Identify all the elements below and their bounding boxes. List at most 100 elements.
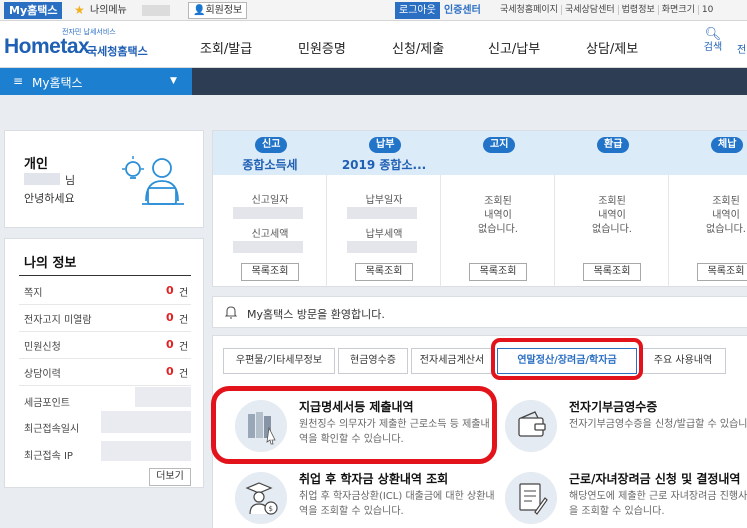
law-info-link[interactable]: 법령정보 [617,5,658,15]
search-button[interactable]: 🔍︎ 검색 [700,27,726,54]
status-col-notice: 고지 조회된 내역이 없습니다. 목록조회 [441,131,555,288]
status-badge: 납부 [369,137,402,153]
status-col-report: 신고 종합소득세 신고일자 신고세액 목록조회 [213,131,327,288]
hometax-logo[interactable]: 전자민 납세서비스 Hometax 국세청홈택스 [4,27,154,61]
info-row-civil[interactable]: 민원신청 0 건 [24,338,194,353]
tab-mail-tax-info[interactable]: 우편물/기타세무정보 [223,348,335,374]
status-col-refund: 환급 조회된 내역이 없습니다. 목록조회 [555,131,669,288]
member-info-label: 회원정보 [205,5,243,16]
top-utility-bar: My홈택스 ★ 나의메뉴 👤회원정보 로그아웃 인증센터 국세청홈페이지 국세상담… [0,0,747,21]
masked-value [135,387,191,407]
member-info-button[interactable]: 👤회원정보 [188,2,248,19]
screen-size-value[interactable]: 10 [697,5,717,15]
list-view-button[interactable]: 목록조회 [583,263,641,281]
masked-user-name [142,5,170,16]
my-menu-link[interactable]: 나의메뉴 [90,2,127,19]
status-col-title[interactable]: 종합소득세 [213,156,327,173]
masked-user-name [24,173,60,185]
info-row-count: 0 [166,284,174,297]
info-row-unit: 건 [179,315,189,326]
info-row-e-notice[interactable]: 전자고지 미열람 0 건 [24,311,194,326]
svg-text:$: $ [269,505,273,513]
tab-cash-receipt[interactable]: 현금영수증 [338,348,408,374]
status-field-label: 신고세액 [251,229,289,240]
info-row-unit: 건 [179,288,189,299]
masked-value [233,207,303,219]
gnb-inquiry-issue[interactable]: 조회/발급 [200,38,252,57]
list-view-button[interactable]: 목록조회 [355,263,413,281]
user-type: 개인 [24,157,48,172]
info-row-unit: 건 [179,369,189,380]
empty-text: 없습니다. [478,224,518,235]
nts-home-link[interactable]: 국세청홈페이지 [497,5,561,15]
gnb-report-pay[interactable]: 신고/납부 [488,38,540,57]
highlight-circle [211,386,497,464]
person-idea-icon [122,156,184,205]
info-row-counsel[interactable]: 상담이력 0 건 [24,365,194,380]
star-icon[interactable]: ★ [74,2,85,19]
service-title: 근로/자녀장려금 신청 및 결정내역 [569,472,741,486]
gnb-civil-cert[interactable]: 민원증명 [298,38,346,57]
gnb-apply-submit[interactable]: 신청/제출 [392,38,444,57]
tab-e-tax-invoice[interactable]: 전자세금계산서 [411,348,493,374]
my-hometax-dropdown[interactable]: ≡ My홈택스 ▼ [0,68,192,95]
service-e-donation-receipt[interactable]: 전자기부금영수증 전자기부금영수증을 신청/발급할 수 있습니다. [495,396,747,458]
empty-text: 없습니다. [706,224,746,235]
screen-size-label: 화면크기 [657,5,698,15]
more-button[interactable]: 더보기 [149,468,191,486]
my-hometax-link[interactable]: My홈택스 [4,2,63,19]
status-badge: 신고 [255,137,288,153]
my-info-card: 나의 정보 쪽지 0 건 전자고지 미열람 0 건 민원신청 0 건 상담이력 … [4,238,204,488]
search-icon: 🔍︎ [704,27,722,42]
empty-text: 조회된 [712,196,740,207]
hamburger-icon: ≡ [13,74,24,88]
status-field-label: 납부세액 [365,229,403,240]
masked-value [347,207,417,219]
list-view-button[interactable]: 목록조회 [469,263,527,281]
nts-counsel-link[interactable]: 국세상담센터 [560,5,618,15]
service-title: 취업 후 학자금 상환내역 조회 [299,472,449,486]
service-earned-income-credit[interactable]: 근로/자녀장려금 신청 및 결정내역 해당연도에 제출한 근로 자녀장려금 진행… [495,468,747,528]
tab-usage-history[interactable]: 주요 사용내역 [640,348,726,374]
status-col-title[interactable]: 2019 종합소... [327,156,441,173]
my-hometax-title: My홈택스 [32,76,83,90]
logo-wordmark: Hometax [4,35,90,58]
service-student-loan-repayment[interactable]: $ 취업 후 학자금 상환내역 조회 취업 후 학자금상환(ICL) 대출금에 … [225,468,495,528]
info-row-label: 쪽지 [24,288,43,299]
status-badge: 고지 [483,137,516,153]
logo-subtitle: 국세청홈택스 [87,45,148,58]
greeting: 안녕하세요 [24,192,75,205]
last-ip-label: 최근접속 IP [24,451,73,462]
sub-nav-bar: ≡ My홈택스 ▼ [0,68,747,95]
logout-button[interactable]: 로그아웃 [395,2,440,19]
masked-value [101,411,191,433]
masked-value [233,241,303,253]
info-row-unit: 건 [179,342,189,353]
empty-text: 내역이 [598,210,626,221]
service-desc: 취업 후 학자금상환(ICL) 대출금에 대한 상환내역을 조회할 수 있습니다… [299,491,495,517]
extra-menu-label[interactable]: 전 [737,41,746,56]
service-payment-statement[interactable]: 지급명세서등 제출내역 원천징수 의무자가 제출한 근로소득 등 제출내역을 확… [211,386,497,464]
service-desc: 전자기부금영수증을 신청/발급할 수 있습니다. [569,419,747,430]
site-header: 전자민 납세서비스 Hometax 국세청홈택스 조회/발급 민원증명 신청/제… [0,21,747,68]
divider [19,385,191,386]
info-row-notes[interactable]: 쪽지 0 건 [24,284,194,299]
list-view-button[interactable]: 목록조회 [241,263,299,281]
my-info-title: 나의 정보 [24,256,77,271]
info-row-count: 0 [166,365,174,378]
status-badge: 환급 [597,137,630,153]
profile-card: 개인 님 안녕하세요 [4,130,204,228]
tax-points-label: 세금포인트 [24,398,70,409]
info-row-label: 민원신청 [24,342,61,353]
empty-text: 내역이 [712,210,740,221]
last-login-label: 최근접속일시 [24,424,80,435]
graduate-coin-icon: $ [235,472,287,524]
tax-status-panel: 신고 종합소득세 신고일자 신고세액 목록조회 납부 2019 종합소... 납… [212,130,747,288]
info-row-count: 0 [166,338,174,351]
list-view-button[interactable]: 목록조회 [697,263,747,281]
cert-center-link[interactable]: 인증센터 [444,2,481,19]
status-badge: 체납 [711,137,744,153]
services-panel: 우편물/기타세무정보 현금영수증 전자세금계산서 연말정산/장려금/학자금 주요… [211,335,747,528]
masked-value [101,441,191,461]
gnb-counsel-report[interactable]: 상담/제보 [586,38,638,57]
